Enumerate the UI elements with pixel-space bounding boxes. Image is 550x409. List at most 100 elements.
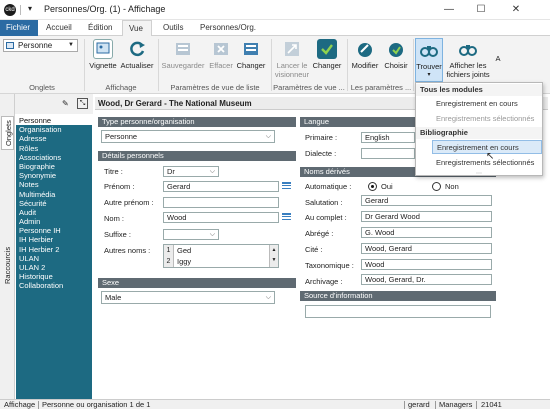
edit-settings-icon <box>355 39 375 59</box>
close-button[interactable]: ✕ <box>500 1 532 19</box>
grid-scrollbar[interactable]: ▲ ▼ <box>269 245 278 267</box>
scroll-down-icon[interactable]: ▼ <box>270 255 278 265</box>
nav-item[interactable]: Admin <box>16 217 92 226</box>
group-label-params: Les paramètres ... <box>350 83 412 92</box>
lancer-visionneur-button[interactable]: Lancer le visionneur <box>272 39 312 79</box>
nav-item[interactable]: ULAN 2 <box>16 263 92 272</box>
choose-settings-icon <box>386 39 406 59</box>
nav-item[interactable]: Synonymie <box>16 171 92 180</box>
titre-select[interactable]: Dr ⌵ <box>163 166 219 177</box>
refresh-icon <box>127 39 147 59</box>
scroll-up-icon[interactable]: ▲ <box>270 245 278 255</box>
divider <box>413 39 414 91</box>
chevron-down-icon: ▾ <box>427 72 431 78</box>
nav-item[interactable]: Collaboration <box>16 281 92 290</box>
expand-panel-icon[interactable]: ⤡ <box>77 98 88 109</box>
menu-item-all-selected[interactable]: Enregistrements sélectionnés <box>432 112 542 126</box>
selector-value: Personne <box>18 41 53 50</box>
nav-item[interactable]: Personne IH <box>16 226 92 235</box>
abrege-field[interactable]: G. Wood <box>361 227 492 238</box>
trouver-button[interactable]: Trouver ▾ <box>415 38 443 82</box>
effacer-button[interactable]: Effacer <box>206 39 236 70</box>
choisir-button[interactable]: Choisir <box>381 39 411 70</box>
nav-item[interactable]: Sécurité <box>16 199 92 208</box>
group-label-onglets: Onglets <box>29 83 55 92</box>
type-personne-select[interactable]: Personne ⌵ <box>101 130 275 143</box>
nav-item[interactable]: Personne <box>16 116 92 126</box>
stack-list-icon[interactable] <box>282 213 291 222</box>
autres-noms-grid[interactable]: 1 Ged 2 Iggy ▲ ▼ <box>163 244 279 268</box>
radio-oui[interactable] <box>368 182 377 191</box>
nav-item[interactable]: IH Herbier <box>16 235 92 244</box>
cite-field[interactable]: Wood, Gerard <box>361 243 492 254</box>
tab-accueil[interactable]: Accueil <box>40 20 78 36</box>
tab-personnes-org[interactable]: Personnes/Org. <box>194 20 262 36</box>
nav-item[interactable]: Adresse <box>16 134 92 143</box>
effacer-label: Effacer <box>209 61 233 70</box>
vignette-label: Vignette <box>89 61 117 70</box>
au-complet-label: Au complet : <box>305 213 347 222</box>
nav-item[interactable]: ULAN <box>16 254 92 263</box>
tab-set-selector[interactable]: Personne ▼ <box>3 39 78 52</box>
divider <box>38 401 39 409</box>
radio-oui-label: Oui <box>381 182 393 191</box>
save-list-icon <box>173 39 193 59</box>
actualiser-label: Actualiser <box>120 61 154 70</box>
sauvegarder-button[interactable]: Sauvegarder <box>160 39 206 70</box>
autre-prenom-field[interactable] <box>163 197 279 208</box>
afficher-fichiers-joints-button[interactable]: Afficher les fichiers joints <box>443 39 493 79</box>
maximize-button[interactable]: ☐ <box>465 1 497 19</box>
prenom-field[interactable]: Gerard <box>163 181 279 192</box>
menu-item-all-current[interactable]: Enregistrement en cours <box>432 97 542 111</box>
nav-item[interactable]: Multimédia <box>16 190 92 199</box>
source-information-field[interactable] <box>305 305 491 318</box>
taxonomique-field[interactable]: Wood <box>361 259 492 270</box>
modifier-button[interactable]: Modifier <box>349 39 381 70</box>
radio-non[interactable] <box>432 182 441 191</box>
nav-item[interactable]: Rôles <box>16 144 92 153</box>
sexe-value: Male <box>105 293 122 302</box>
type-personne-value: Personne <box>105 132 138 141</box>
actualiser-button[interactable]: Actualiser <box>120 39 154 70</box>
nav-item[interactable]: Associations <box>16 153 92 162</box>
status-user: gerard <box>408 400 430 409</box>
changer-vue-button[interactable]: Changer <box>310 39 344 70</box>
primaire-select[interactable]: English <box>361 132 415 143</box>
chevron-down-icon: ▼ <box>68 42 74 48</box>
tab-outils[interactable]: Outils <box>157 20 189 36</box>
quick-access-dropdown-icon[interactable]: ▾ <box>24 3 36 15</box>
tab-edition[interactable]: Édition <box>82 20 118 36</box>
vignette-button[interactable]: Vignette <box>86 39 120 70</box>
pin-icon[interactable]: ✎ <box>62 99 71 108</box>
changer-label: Changer <box>236 61 266 70</box>
stack-list-icon[interactable] <box>282 182 291 191</box>
tab-onglets[interactable]: Onglets <box>1 116 14 150</box>
autre-nom-cell[interactable]: Iggy <box>177 256 191 267</box>
window-title: Personnes/Org. (1) - Affichage <box>44 4 166 14</box>
nav-item[interactable]: Organisation <box>16 125 92 134</box>
nav-item[interactable]: Notes <box>16 180 92 189</box>
ribbon-overflow-button[interactable]: A <box>494 54 502 63</box>
tab-raccourcis[interactable]: Raccourcis <box>1 244 14 286</box>
tab-vue[interactable]: Vue <box>122 20 152 37</box>
nav-item[interactable]: Audit <box>16 208 92 217</box>
section-type-personne: Type personne/organisation <box>98 117 296 127</box>
suffixe-select[interactable]: ⌵ <box>163 229 219 240</box>
dialecte-field[interactable] <box>361 148 415 159</box>
nav-item[interactable]: IH Herbier 2 <box>16 245 92 254</box>
autre-prenom-label: Autre prénom : <box>104 198 154 207</box>
menu-resize-grip[interactable]: ⋯ <box>476 170 482 177</box>
salutation-field[interactable]: Gerard <box>361 195 492 206</box>
minimize-button[interactable]: — <box>433 1 465 19</box>
nav-item[interactable]: Biographie <box>16 162 92 171</box>
nom-field[interactable]: Wood <box>163 212 279 223</box>
archivage-field[interactable]: Wood, Gerard, Dr. <box>361 274 492 285</box>
sexe-select[interactable]: Male ⌵ <box>101 291 275 304</box>
divider <box>20 5 21 15</box>
changer-list-button[interactable]: Changer <box>236 39 266 70</box>
modifier-label: Modifier <box>351 61 379 70</box>
au-complet-field[interactable]: Dr Gerard Wood <box>361 211 492 222</box>
nav-item[interactable]: Historique <box>16 272 92 281</box>
tab-fichier[interactable]: Fichier <box>0 20 38 36</box>
autre-nom-cell[interactable]: Ged <box>177 245 191 256</box>
